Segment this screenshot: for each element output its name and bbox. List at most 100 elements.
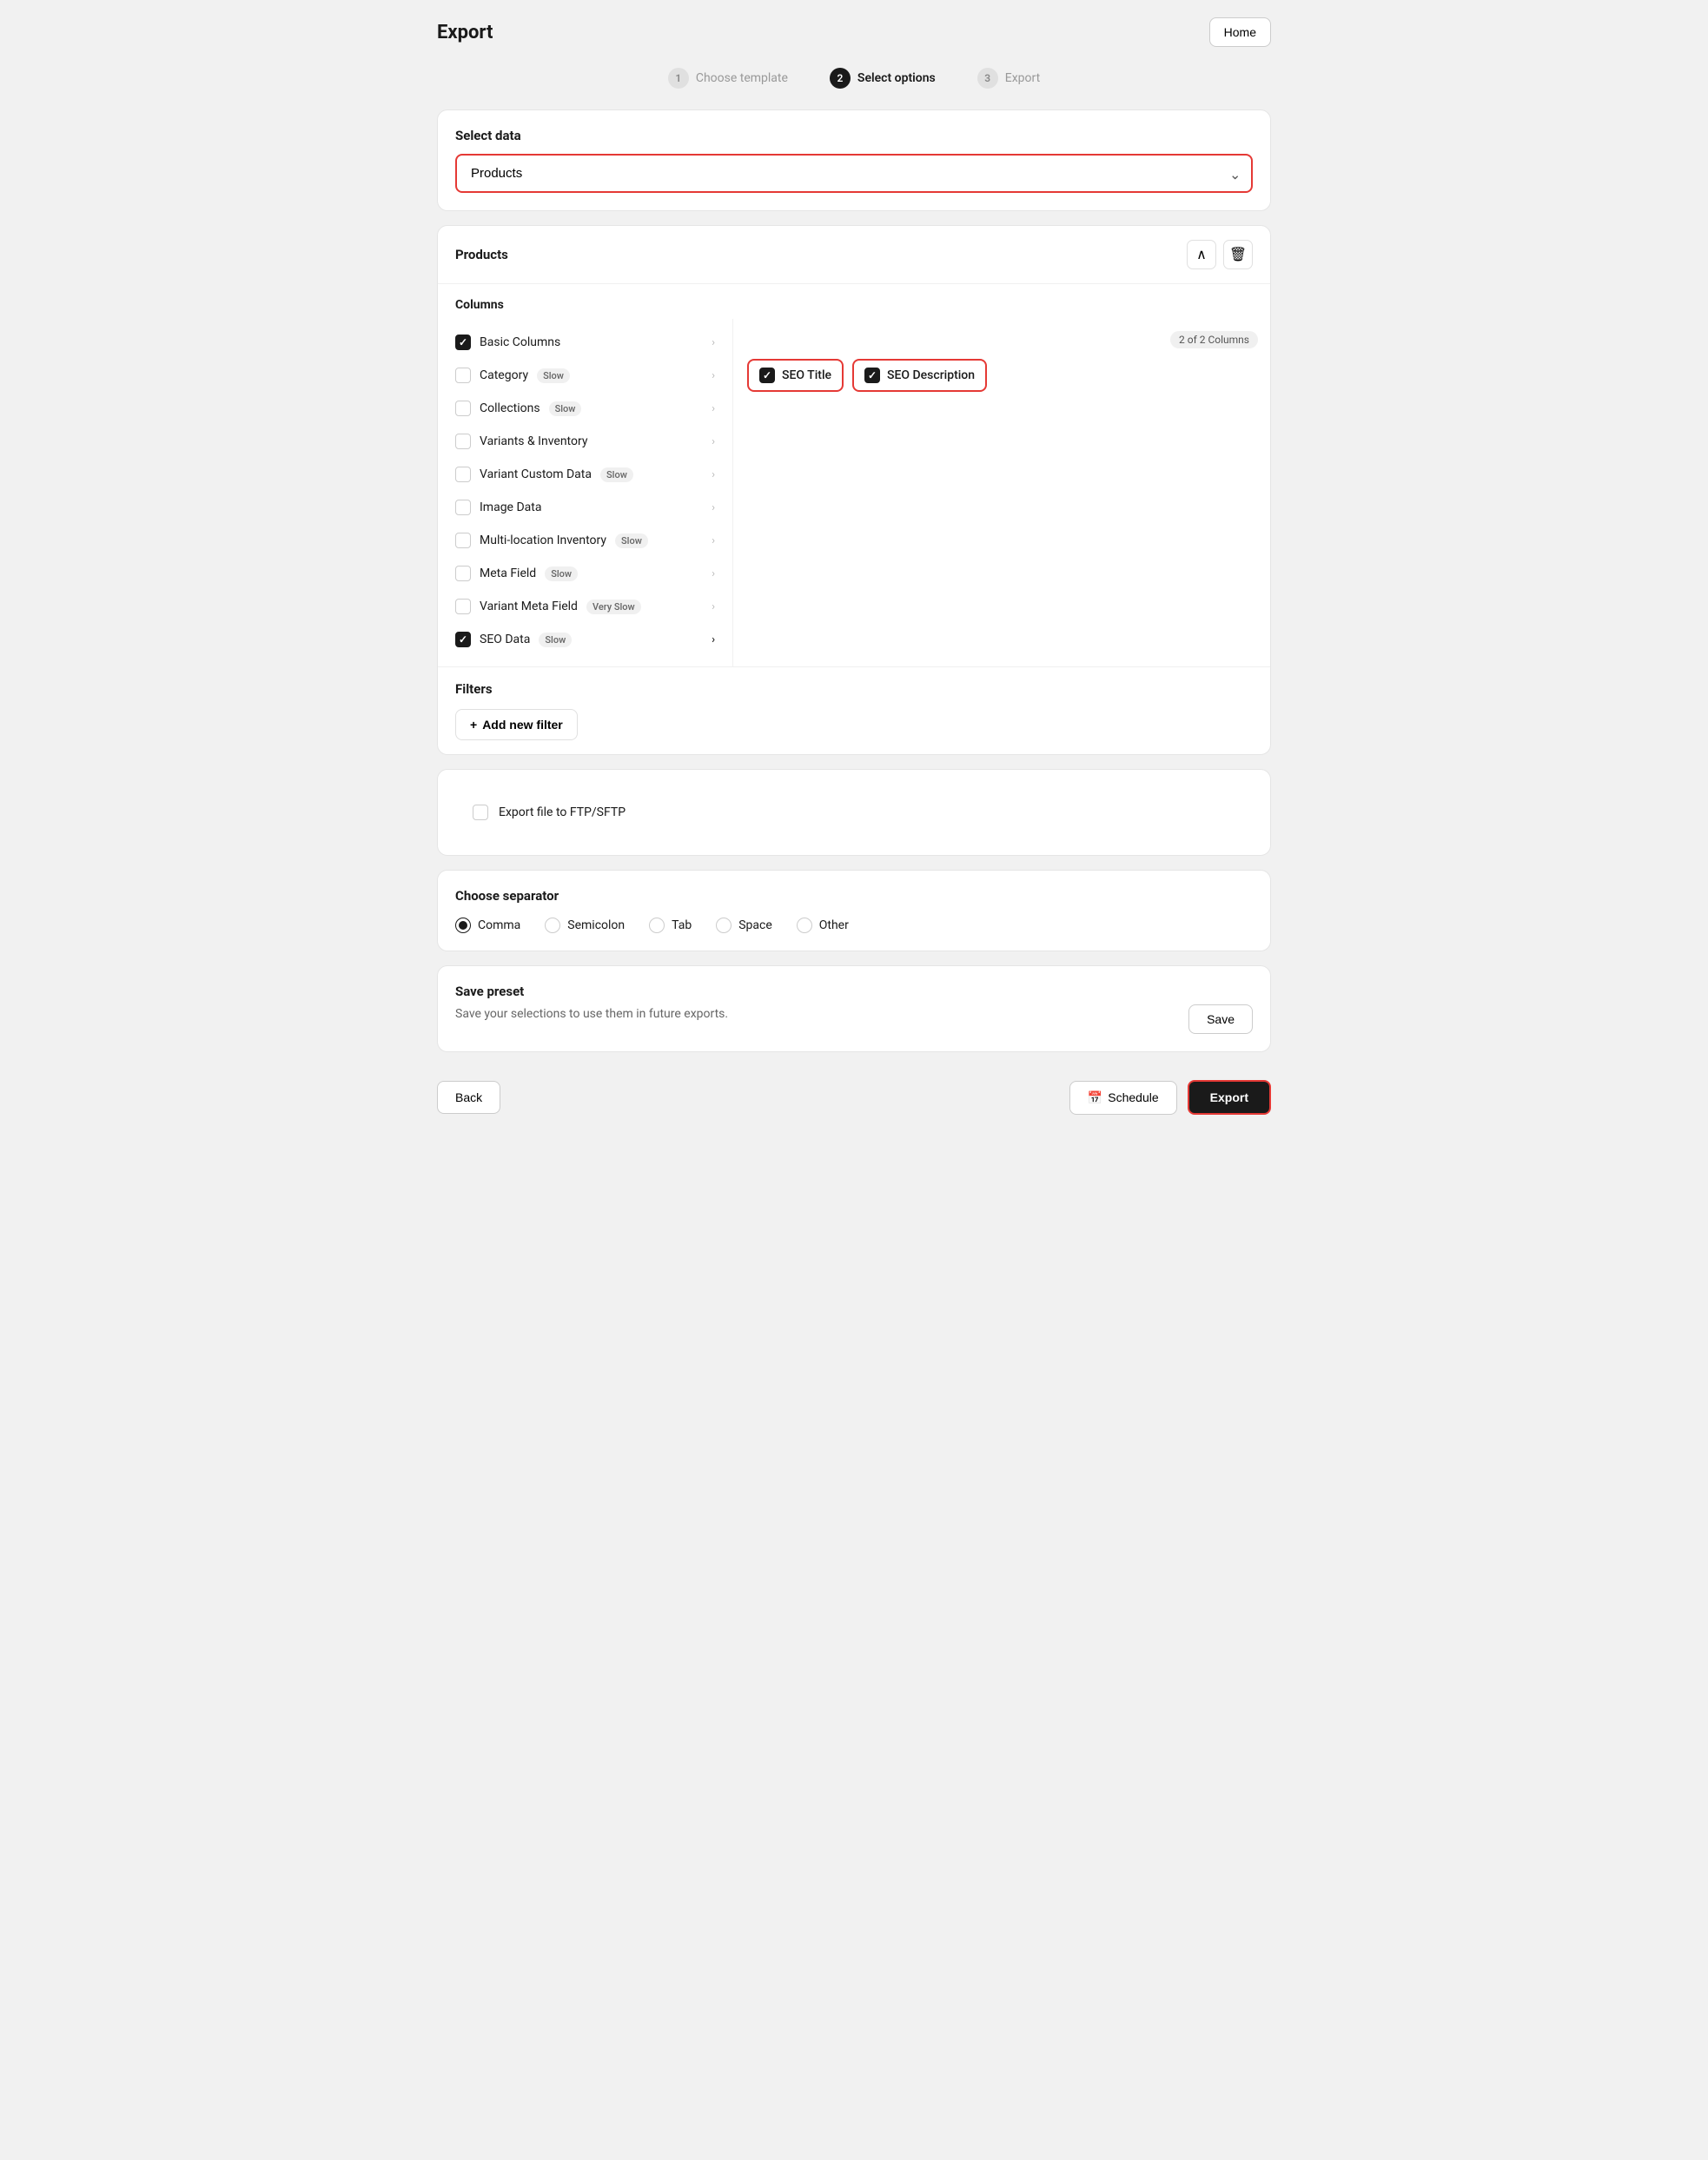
checkbox-category[interactable]	[455, 368, 471, 383]
radio-comma-label: Comma	[478, 918, 520, 932]
column-item-meta-field[interactable]: Meta Field Slow ›	[438, 557, 732, 590]
column-label-meta-field: Meta Field	[480, 567, 536, 580]
ftp-checkbox[interactable]	[473, 805, 488, 820]
ftp-section: Export file to FTP/SFTP	[437, 769, 1271, 856]
badge-category: Slow	[537, 368, 570, 383]
plus-icon: +	[470, 718, 477, 732]
chevron-right-icon-variant-meta: ›	[712, 600, 715, 613]
column-label-image-data: Image Data	[480, 500, 541, 514]
collapse-button[interactable]: ∧	[1187, 240, 1216, 269]
separator-other[interactable]: Other	[797, 918, 849, 933]
column-item-seo-data[interactable]: SEO Data Slow ›	[438, 623, 732, 656]
separator-semicolon[interactable]: Semicolon	[545, 918, 625, 933]
radio-semicolon[interactable]	[545, 918, 560, 933]
radio-tab[interactable]	[649, 918, 665, 933]
badge-collections: Slow	[549, 401, 582, 416]
add-filter-button[interactable]: + Add new filter	[455, 709, 578, 740]
step-2-circle: 2	[830, 68, 851, 89]
checkbox-collections[interactable]	[455, 401, 471, 416]
checkbox-variants-inventory[interactable]	[455, 434, 471, 449]
radio-comma[interactable]	[455, 918, 471, 933]
data-type-select[interactable]: Products Orders Customers	[455, 154, 1253, 193]
column-label-basic: Basic Columns	[480, 335, 560, 349]
column-item-category[interactable]: Category Slow ›	[438, 359, 732, 392]
column-item-collections[interactable]: Collections Slow ›	[438, 392, 732, 425]
calendar-icon: 📅	[1088, 1090, 1102, 1105]
sub-column-seo-description[interactable]: SEO Description	[852, 359, 987, 392]
separator-comma[interactable]: Comma	[455, 918, 520, 933]
separator-tab[interactable]: Tab	[649, 918, 692, 933]
column-list: Basic Columns › Category Slow ›	[438, 319, 733, 666]
preset-section: Save preset Save your selections to use …	[437, 965, 1271, 1052]
column-item-basic[interactable]: Basic Columns ›	[438, 326, 732, 359]
chevron-right-icon-variant-custom: ›	[712, 468, 715, 481]
column-item-multi-location[interactable]: Multi-location Inventory Slow ›	[438, 524, 732, 557]
checkbox-image-data[interactable]	[455, 500, 471, 515]
add-filter-label: Add new filter	[482, 718, 563, 732]
checkbox-multi-location[interactable]	[455, 533, 471, 548]
chevron-right-icon-basic: ›	[712, 336, 715, 349]
radio-semicolon-label: Semicolon	[567, 918, 625, 932]
delete-button[interactable]: 🗑	[1223, 240, 1253, 269]
data-type-select-wrapper[interactable]: Products Orders Customers	[455, 154, 1253, 193]
column-item-variants-inventory[interactable]: Variants & Inventory ›	[438, 425, 732, 458]
checkbox-variant-meta[interactable]	[455, 599, 471, 614]
preset-title: Save preset	[455, 984, 1253, 999]
checkbox-basic[interactable]	[455, 335, 471, 350]
separator-space[interactable]: Space	[716, 918, 772, 933]
column-item-variant-custom[interactable]: Variant Custom Data Slow ›	[438, 458, 732, 491]
radio-tab-label: Tab	[672, 918, 692, 932]
badge-meta-field: Slow	[545, 567, 578, 581]
radio-other-label: Other	[819, 918, 849, 932]
footer-right: 📅 Schedule Export	[1069, 1080, 1271, 1115]
checkbox-meta-field[interactable]	[455, 566, 471, 581]
save-preset-button[interactable]: Save	[1188, 1004, 1253, 1034]
schedule-button[interactable]: 📅 Schedule	[1069, 1081, 1177, 1115]
columns-layout: Basic Columns › Category Slow ›	[438, 319, 1270, 666]
checkbox-seo-data[interactable]	[455, 632, 471, 647]
step-1-circle: 1	[668, 68, 689, 89]
select-data-label: Select data	[455, 128, 1253, 143]
page-header: Export Home	[437, 17, 1271, 47]
products-section: Products ∧ 🗑 Columns Basic Columns	[437, 225, 1271, 755]
step-1-label: Choose template	[696, 71, 788, 85]
sub-checkbox-seo-title[interactable]	[759, 368, 775, 383]
step-2-label: Select options	[857, 71, 936, 85]
home-button[interactable]: Home	[1209, 17, 1271, 47]
chevron-right-icon-image: ›	[712, 501, 715, 514]
radio-other[interactable]	[797, 918, 812, 933]
column-label-category: Category	[480, 368, 528, 382]
column-label-multi-location: Multi-location Inventory	[480, 533, 606, 547]
step-1: 1 Choose template	[668, 68, 788, 89]
column-label-variants-inventory: Variants & Inventory	[480, 434, 587, 448]
chevron-right-icon-seo: ›	[712, 633, 715, 646]
export-button[interactable]: Export	[1188, 1080, 1271, 1115]
preset-desc: Save your selections to use them in futu…	[455, 1007, 728, 1021]
filters-title: Filters	[455, 681, 1253, 697]
chevron-right-icon-meta: ›	[712, 567, 715, 580]
step-3-label: Export	[1005, 71, 1040, 85]
products-title: Products	[455, 247, 508, 262]
radio-space[interactable]	[716, 918, 732, 933]
column-label-seo-data: SEO Data	[480, 633, 530, 646]
badge-variant-meta: Very Slow	[586, 600, 641, 614]
separator-section: Choose separator Comma Semicolon Tab Spa…	[437, 870, 1271, 951]
sub-column-seo-title[interactable]: SEO Title	[747, 359, 844, 392]
columns-label: Columns	[438, 284, 1270, 319]
sub-col-label-seo-description: SEO Description	[887, 368, 975, 382]
sub-col-label-seo-title: SEO Title	[782, 368, 831, 382]
step-2: 2 Select options	[830, 68, 936, 89]
page-title: Export	[437, 22, 493, 43]
badge-multi-location: Slow	[615, 533, 648, 548]
checkbox-variant-custom[interactable]	[455, 467, 471, 482]
sub-checkbox-seo-description[interactable]	[864, 368, 880, 383]
column-item-variant-meta[interactable]: Variant Meta Field Very Slow ›	[438, 590, 732, 623]
column-label-variant-custom: Variant Custom Data	[480, 467, 592, 481]
badge-variant-custom: Slow	[600, 467, 633, 482]
column-label-collections: Collections	[480, 401, 540, 415]
column-item-image-data[interactable]: Image Data ›	[438, 491, 732, 524]
chevron-right-icon-multi: ›	[712, 534, 715, 547]
chevron-right-icon-category: ›	[712, 369, 715, 382]
step-3: 3 Export	[977, 68, 1040, 89]
back-button[interactable]: Back	[437, 1081, 500, 1114]
